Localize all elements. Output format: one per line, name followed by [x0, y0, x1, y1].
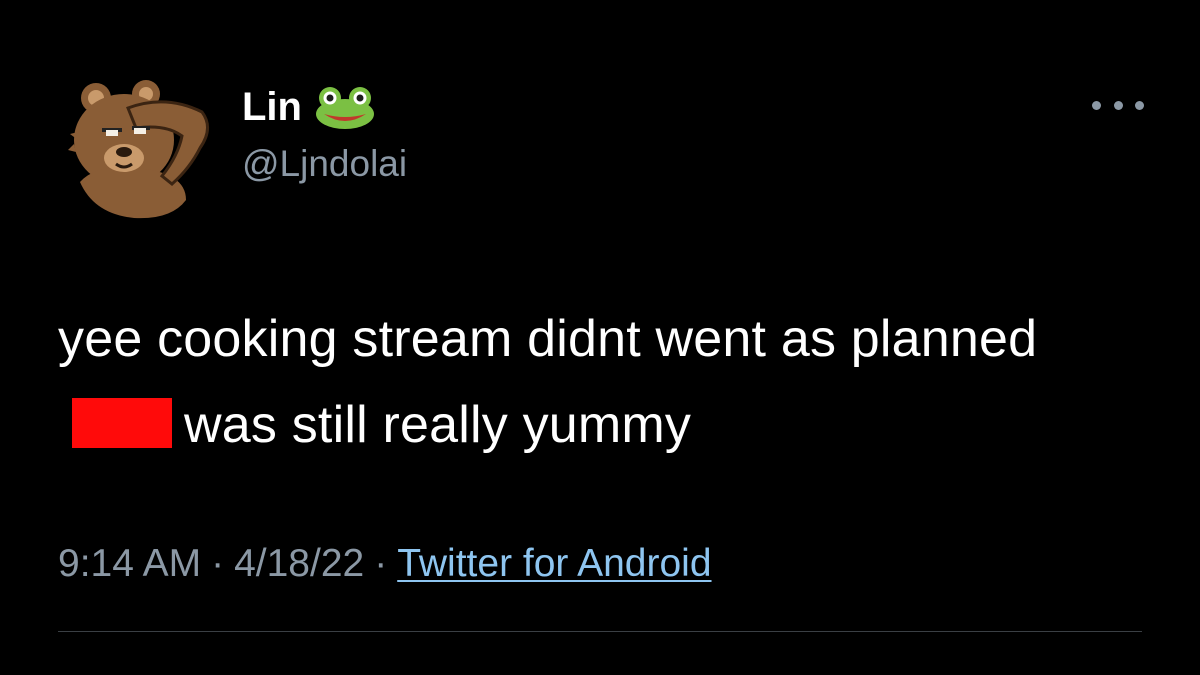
tweet-time[interactable]: 9:14 AM [58, 542, 201, 585]
meta-separator: · [374, 542, 388, 585]
divider [58, 631, 1142, 632]
more-horizontal-icon [1092, 100, 1101, 110]
tweet-text-part-2: was still really yummy [184, 396, 692, 454]
meta-separator: · [211, 542, 225, 585]
bear-avatar-icon [68, 80, 209, 219]
tweet-card: Lin @Ljndolai yee cooking stream didnt w… [0, 0, 1200, 675]
author-display-name[interactable]: Lin [242, 84, 302, 130]
more-dot [1113, 100, 1123, 110]
tweet-source-link[interactable]: Twitter for Android [397, 542, 711, 585]
redaction-box [72, 398, 172, 448]
avatar[interactable] [66, 72, 216, 222]
frog-emoji-icon [314, 84, 376, 130]
author-name-row: Lin [242, 84, 376, 130]
tweet-text-part-1: yee cooking stream didnt went as planned [58, 310, 1038, 368]
tweet-text: yee cooking stream didnt went as planned… [58, 296, 1158, 468]
tweet-meta: 9:14 AM · 4/18/22 · Twitter for Android [58, 538, 712, 590]
more-dot [1135, 100, 1144, 110]
author-handle[interactable]: @Ljndolai [242, 142, 407, 186]
more-options-button[interactable] [1092, 88, 1144, 122]
tweet-date[interactable]: 4/18/22 [234, 542, 364, 585]
